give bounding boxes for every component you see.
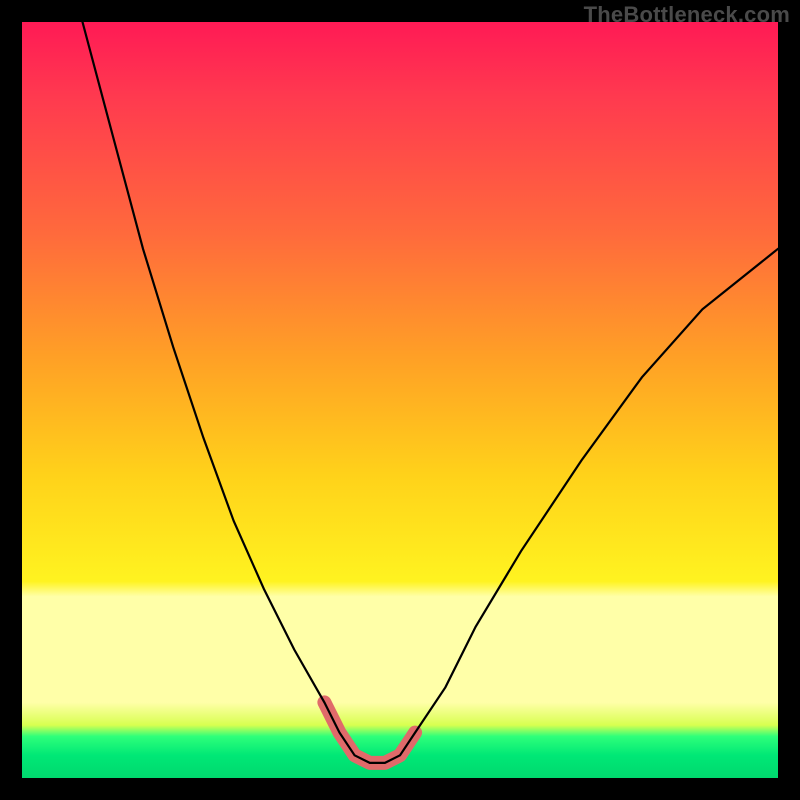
chart-frame: TheBottleneck.com <box>0 0 800 800</box>
plot-area <box>22 22 778 778</box>
watermark-text: TheBottleneck.com <box>584 2 790 28</box>
chart-svg <box>22 22 778 778</box>
bottleneck-curve <box>83 22 779 763</box>
